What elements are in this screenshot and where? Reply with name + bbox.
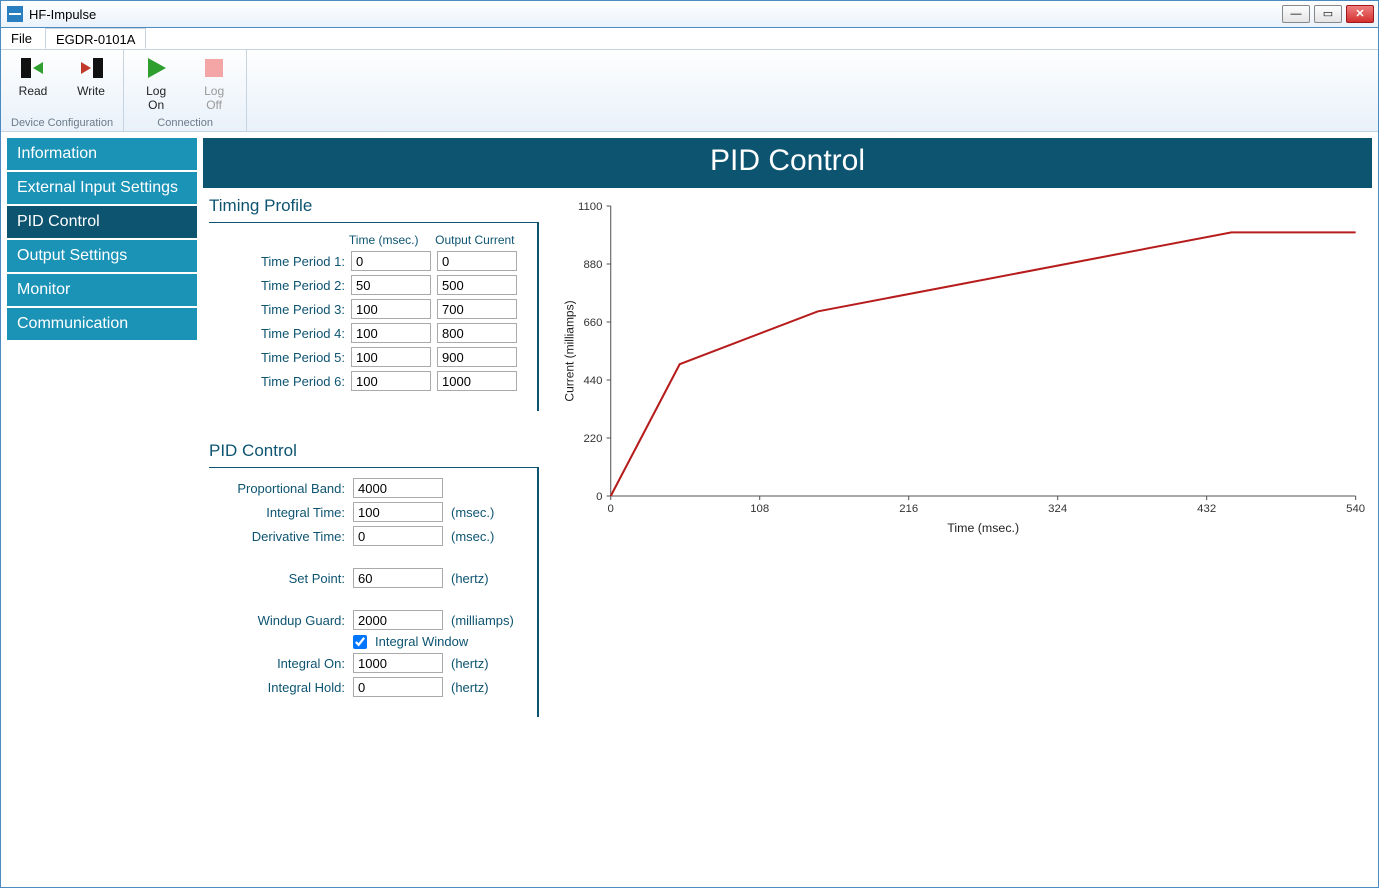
ribbon-group-conn-label: Connection	[134, 117, 236, 129]
integral-hold-input[interactable]	[353, 677, 443, 697]
ribbon-group-device-label: Device Configuration	[11, 117, 113, 129]
svg-text:540: 540	[1346, 503, 1365, 515]
timing-row-label: Time Period 5:	[215, 350, 345, 365]
integral-on-label: Integral On:	[215, 656, 345, 671]
setpoint-unit: (hertz)	[451, 571, 489, 586]
timing-row: Time Period 5:	[215, 347, 519, 367]
timing-output-input-1[interactable]	[437, 251, 517, 271]
sidebar-item-communication[interactable]: Communication	[7, 308, 197, 340]
timing-row: Time Period 6:	[215, 371, 519, 391]
timing-row-label: Time Period 3:	[215, 302, 345, 317]
timing-section-title: Timing Profile	[209, 196, 539, 216]
integral-on-input[interactable]	[353, 653, 443, 673]
derivative-time-input[interactable]	[353, 526, 443, 546]
window-title: HF-Impulse	[29, 7, 96, 22]
derivative-time-unit: (msec.)	[451, 529, 494, 544]
integral-hold-label: Integral Hold:	[215, 680, 345, 695]
timing-time-input-6[interactable]	[351, 371, 431, 391]
close-button[interactable]: ✕	[1346, 5, 1374, 23]
timing-time-input-3[interactable]	[351, 299, 431, 319]
setpoint-label: Set Point:	[215, 571, 345, 586]
logoff-button[interactable]: Log Off	[192, 54, 236, 112]
derivative-time-label: Derivative Time:	[215, 529, 345, 544]
integral-hold-unit: (hertz)	[451, 680, 489, 695]
sidebar: InformationExternal Input SettingsPID Co…	[7, 138, 197, 881]
sidebar-item-external-input-settings[interactable]: External Input Settings	[7, 172, 197, 204]
svg-text:1100: 1100	[578, 201, 602, 213]
svg-text:880: 880	[583, 259, 602, 271]
write-icon	[77, 54, 105, 82]
window-titlebar: HF-Impulse — ▭ ✕	[0, 0, 1379, 28]
timing-output-input-2[interactable]	[437, 275, 517, 295]
timing-time-input-5[interactable]	[351, 347, 431, 367]
timing-row: Time Period 1:	[215, 251, 519, 271]
timing-col-time: Time (msec.)	[347, 233, 425, 247]
menu-file[interactable]: File	[1, 28, 43, 49]
sidebar-item-information[interactable]: Information	[7, 138, 197, 170]
stop-icon	[200, 54, 228, 82]
pid-section-title: PID Control	[209, 441, 539, 461]
timing-output-input-4[interactable]	[437, 323, 517, 343]
read-icon	[19, 54, 47, 82]
windup-unit: (milliamps)	[451, 613, 514, 628]
sidebar-item-monitor[interactable]: Monitor	[7, 274, 197, 306]
svg-text:108: 108	[750, 503, 769, 515]
integral-on-unit: (hertz)	[451, 656, 489, 671]
windup-input[interactable]	[353, 610, 443, 630]
timing-row-label: Time Period 1:	[215, 254, 345, 269]
timing-col-output: Output Current	[433, 233, 519, 247]
timing-row-label: Time Period 2:	[215, 278, 345, 293]
integral-window-label: Integral Window	[375, 634, 468, 649]
timing-chart: 0 220 440 660 880 1100 0 108 216 324 432 540 Time (m…	[559, 196, 1366, 717]
svg-text:324: 324	[1048, 503, 1067, 515]
proportional-label: Proportional Band:	[215, 481, 345, 496]
timing-row: Time Period 4:	[215, 323, 519, 343]
svg-text:0: 0	[608, 503, 614, 515]
timing-row: Time Period 2:	[215, 275, 519, 295]
device-tab[interactable]: EGDR-0101A	[45, 28, 146, 49]
timing-output-input-6[interactable]	[437, 371, 517, 391]
maximize-button[interactable]: ▭	[1314, 5, 1342, 23]
menubar: File EGDR-0101A	[1, 28, 1378, 50]
app-icon	[7, 6, 23, 22]
ribbon: Read Write Device Configuration Log On L…	[1, 50, 1378, 132]
integral-window-checkbox[interactable]	[353, 635, 367, 649]
integral-time-unit: (msec.)	[451, 505, 494, 520]
write-button[interactable]: Write	[69, 54, 113, 98]
play-icon	[142, 54, 170, 82]
page-title: PID Control	[203, 138, 1372, 188]
read-button[interactable]: Read	[11, 54, 55, 98]
svg-text:220: 220	[583, 433, 602, 445]
timing-time-input-2[interactable]	[351, 275, 431, 295]
sidebar-item-pid-control[interactable]: PID Control	[7, 206, 197, 238]
windup-label: Windup Guard:	[215, 613, 345, 628]
svg-text:432: 432	[1197, 503, 1216, 515]
timing-output-input-5[interactable]	[437, 347, 517, 367]
minimize-button[interactable]: —	[1282, 5, 1310, 23]
logon-button[interactable]: Log On	[134, 54, 178, 112]
timing-output-input-3[interactable]	[437, 299, 517, 319]
timing-panel: Time (msec.) Output Current Time Period …	[209, 222, 539, 411]
svg-text:Time (msec.): Time (msec.)	[947, 521, 1019, 535]
sidebar-item-output-settings[interactable]: Output Settings	[7, 240, 197, 272]
svg-text:440: 440	[583, 375, 602, 387]
integral-time-label: Integral Time:	[215, 505, 345, 520]
svg-text:0: 0	[596, 491, 602, 503]
svg-text:Current (milliamps): Current (milliamps)	[562, 300, 576, 401]
setpoint-input[interactable]	[353, 568, 443, 588]
timing-row-label: Time Period 4:	[215, 326, 345, 341]
svg-text:216: 216	[899, 503, 918, 515]
timing-row-label: Time Period 6:	[215, 374, 345, 389]
pid-panel: Proportional Band: Integral Time: (msec.…	[209, 467, 539, 717]
timing-time-input-1[interactable]	[351, 251, 431, 271]
timing-time-input-4[interactable]	[351, 323, 431, 343]
svg-text:660: 660	[583, 317, 602, 329]
timing-row: Time Period 3:	[215, 299, 519, 319]
proportional-input[interactable]	[353, 478, 443, 498]
integral-time-input[interactable]	[353, 502, 443, 522]
